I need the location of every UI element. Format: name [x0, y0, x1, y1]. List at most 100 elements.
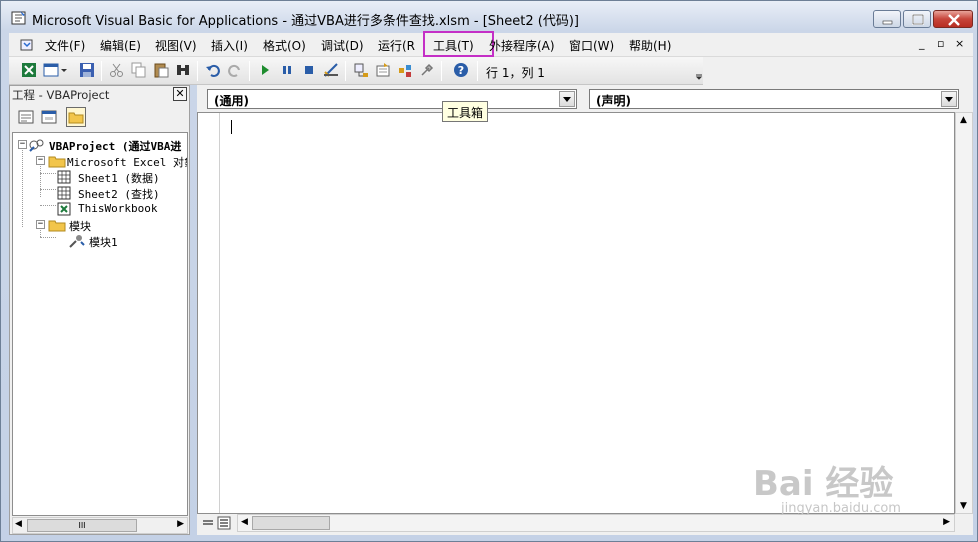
collapse-expander[interactable]: −: [36, 220, 45, 229]
dropdown-arrow-icon[interactable]: [941, 91, 957, 107]
close-button[interactable]: [933, 10, 973, 28]
mdi-minimize-button[interactable]: _: [919, 37, 925, 50]
procedure-view-icon[interactable]: [201, 516, 215, 530]
standard-toolbar: ? 行 1，列 1: [9, 57, 703, 85]
menu-file[interactable]: 文件(F): [45, 37, 85, 54]
find-icon[interactable]: [175, 62, 191, 78]
view-code-icon[interactable]: [16, 107, 36, 127]
scroll-thumb[interactable]: [252, 516, 330, 530]
scroll-thumb[interactable]: III: [27, 519, 137, 532]
baidu-watermark: Bai 经验: [753, 464, 894, 504]
project-tree: − VBAProject (通过VBA进 − Microsoft Excel 对…: [12, 132, 188, 516]
save-icon[interactable]: [79, 62, 95, 78]
object-combo[interactable]: (通用): [207, 89, 577, 109]
full-module-view-icon[interactable]: [217, 516, 231, 530]
toolbar-empty-area: [703, 57, 973, 85]
toolbox-tooltip: 工具箱: [442, 101, 489, 122]
menu-insert[interactable]: 插入(I): [211, 37, 248, 54]
scroll-left-arrow-icon[interactable]: ◀: [15, 519, 22, 529]
workbook-icon: [57, 202, 71, 216]
design-mode-icon[interactable]: [323, 62, 339, 78]
code-hscrollbar[interactable]: ◀ ▶: [237, 514, 955, 532]
reset-icon[interactable]: [301, 62, 317, 78]
menu-tools[interactable]: 工具(T): [433, 37, 474, 54]
mdi-restore-button[interactable]: ▫: [937, 37, 944, 50]
tree-item-modules[interactable]: − 模块: [36, 217, 187, 233]
tree-item-thisworkbook[interactable]: ThisWorkbook: [56, 201, 187, 217]
tree-label: 模块: [69, 220, 91, 233]
tree-label: Sheet2 (查找): [78, 188, 160, 201]
scroll-left-arrow-icon[interactable]: ◀: [241, 517, 248, 527]
svg-text:?: ?: [458, 64, 464, 77]
folder-icon: [48, 156, 66, 168]
folder-icon: [68, 112, 84, 124]
copy-icon[interactable]: [131, 62, 147, 78]
paste-icon[interactable]: [153, 62, 169, 78]
margin-indicator-bar[interactable]: [198, 113, 220, 513]
menu-help[interactable]: 帮助(H): [629, 37, 671, 54]
minimize-icon: [882, 20, 893, 25]
folder-icon: [48, 220, 66, 232]
minimize-button[interactable]: [873, 10, 901, 28]
tree-label: 模块1: [89, 236, 118, 249]
tree-item-excel-objects[interactable]: − Microsoft Excel 对象: [36, 153, 188, 169]
help-icon[interactable]: ?: [453, 62, 469, 78]
scroll-up-arrow-icon[interactable]: ▲: [960, 115, 967, 125]
tree-item-vbaproject[interactable]: − VBAProject (通过VBA进: [18, 137, 187, 153]
dropdown-arrow-icon[interactable]: [559, 91, 575, 107]
procedure-combo[interactable]: (声明): [589, 89, 959, 109]
toggle-folders-button[interactable]: [66, 107, 86, 127]
menu-addins[interactable]: 外接程序(A): [489, 37, 555, 54]
vbaproject-icon: [29, 139, 44, 152]
scroll-down-arrow-icon[interactable]: ▼: [960, 501, 967, 511]
tree-item-sheet2[interactable]: Sheet2 (查找): [56, 185, 187, 201]
collapse-expander[interactable]: −: [18, 140, 27, 149]
menu-view[interactable]: 视图(V): [155, 37, 197, 54]
sheet-icon: [57, 170, 71, 184]
code-vscrollbar[interactable]: ▲ ▼: [955, 112, 973, 514]
undo-icon[interactable]: [205, 62, 221, 78]
object-browser-icon[interactable]: [397, 62, 413, 78]
procedure-combo-value: (声明): [596, 94, 631, 108]
menu-debug[interactable]: 调试(D): [321, 37, 364, 54]
toolbox-icon[interactable]: [419, 62, 435, 78]
tree-item-sheet1[interactable]: Sheet1 (数据): [56, 169, 187, 185]
project-hscrollbar[interactable]: ◀ III ▶: [12, 517, 188, 534]
title-bar: Microsoft Visual Basic for Applications …: [1, 1, 977, 33]
restore-button[interactable]: [903, 10, 931, 28]
redo-icon[interactable]: [227, 62, 243, 78]
cut-icon[interactable]: [109, 62, 125, 78]
project-explorer-icon[interactable]: [353, 62, 369, 78]
project-explorer-title: 工程 - VBAProject: [12, 88, 110, 102]
code-editor[interactable]: [197, 112, 955, 514]
baidu-watermark-url: jingyan.baidu.com: [781, 501, 901, 516]
menu-run[interactable]: 运行(R: [378, 37, 415, 54]
scroll-right-arrow-icon[interactable]: ▶: [177, 519, 184, 529]
window-title: Microsoft Visual Basic for Applications …: [32, 14, 579, 29]
project-explorer-titlebar: 工程 - VBAProject ✕: [10, 86, 189, 102]
insert-userform-icon[interactable]: [43, 62, 67, 78]
scroll-right-arrow-icon[interactable]: ▶: [943, 517, 950, 527]
run-icon[interactable]: [257, 62, 273, 78]
sheet-icon: [57, 186, 71, 200]
toolbar-overflow-icon[interactable]: [695, 61, 703, 81]
view-object-icon[interactable]: [39, 107, 59, 127]
tree-label: ThisWorkbook: [78, 202, 158, 215]
menu-bar: 文件(F) 编辑(E) 视图(V) 插入(I) 格式(O) 调试(D) 运行(R…: [9, 31, 973, 57]
vba-menu-icon[interactable]: [19, 37, 35, 53]
tree-item-module1[interactable]: 模块1: [56, 233, 187, 249]
properties-icon[interactable]: [375, 62, 391, 78]
mdi-close-button[interactable]: ×: [955, 37, 964, 50]
menu-edit[interactable]: 编辑(E): [100, 37, 141, 54]
vba-app-icon: [11, 11, 26, 25]
collapse-expander[interactable]: −: [36, 156, 45, 165]
menu-format[interactable]: 格式(O): [263, 37, 306, 54]
module-icon: [69, 235, 85, 248]
vba-editor-window: Microsoft Visual Basic for Applications …: [0, 0, 978, 542]
menu-window[interactable]: 窗口(W): [569, 37, 614, 54]
excel-icon[interactable]: [21, 62, 37, 78]
object-combo-value: (通用): [214, 94, 249, 108]
tree-label: Microsoft Excel 对象: [67, 156, 188, 169]
break-icon[interactable]: [279, 62, 295, 78]
project-explorer-close-button[interactable]: ✕: [173, 87, 187, 101]
